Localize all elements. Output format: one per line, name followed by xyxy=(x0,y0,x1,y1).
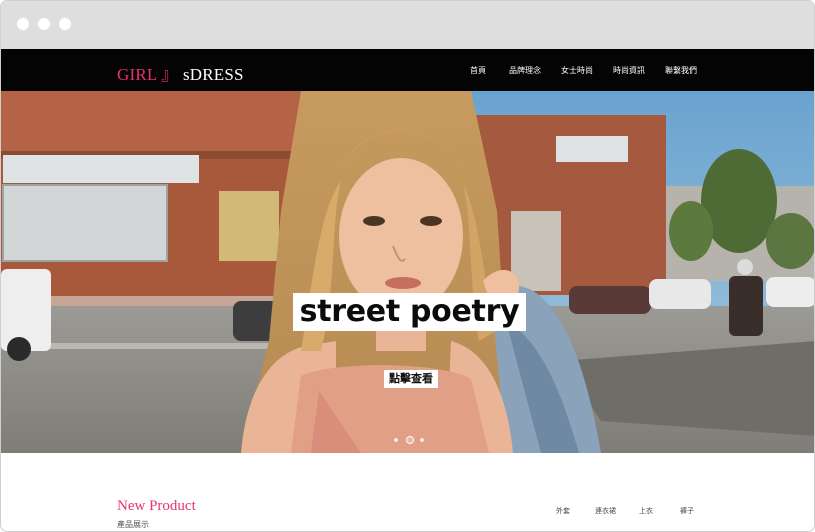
slider-dot-2-active[interactable] xyxy=(406,436,414,444)
nav-item-womens-fashion[interactable]: 女士時尚 xyxy=(561,65,593,76)
window-titlebar xyxy=(1,1,814,49)
new-product-subtitle: 產品展示 xyxy=(117,520,149,529)
slider-dot-1[interactable] xyxy=(394,438,398,442)
browser-window: GIRL 』 sDRESS 首頁 品牌理念 女士時尚 時尚資訊 聯繫我們 str… xyxy=(0,0,815,532)
logo-part-dress: sDRESS xyxy=(182,65,244,84)
slider-dot-3[interactable] xyxy=(420,438,424,442)
nav-item-contact-us[interactable]: 聯繫我們 xyxy=(665,65,697,76)
tab-pants[interactable]: 褲子 xyxy=(680,506,694,516)
logo-part-quote: 』 xyxy=(161,65,179,84)
tab-coats[interactable]: 外套 xyxy=(556,506,570,516)
hero-banner[interactable]: street poetry 點擊查看 xyxy=(1,91,814,453)
logo-part-girl: GIRL xyxy=(117,65,157,84)
hero-view-button[interactable]: 點擊查看 xyxy=(384,370,438,388)
tab-tops[interactable]: 上衣 xyxy=(639,506,653,516)
window-minimize-dot[interactable] xyxy=(38,18,50,30)
hero-photo xyxy=(1,91,814,453)
site-logo[interactable]: GIRL 』 sDRESS xyxy=(117,60,244,85)
nav-item-brand-concept[interactable]: 品牌理念 xyxy=(509,65,541,76)
nav-item-home[interactable]: 首頁 xyxy=(470,65,486,76)
window-maximize-dot[interactable] xyxy=(59,18,71,30)
hero-title: street poetry xyxy=(293,293,526,331)
tab-dresses[interactable]: 連衣裙 xyxy=(595,506,616,516)
new-product-title: New Product xyxy=(117,498,196,514)
window-close-dot[interactable] xyxy=(17,18,29,30)
site-navbar: GIRL 』 sDRESS 首頁 品牌理念 女士時尚 時尚資訊 聯繫我們 xyxy=(1,49,814,91)
nav-item-fashion-news[interactable]: 時尚資訊 xyxy=(613,65,645,76)
